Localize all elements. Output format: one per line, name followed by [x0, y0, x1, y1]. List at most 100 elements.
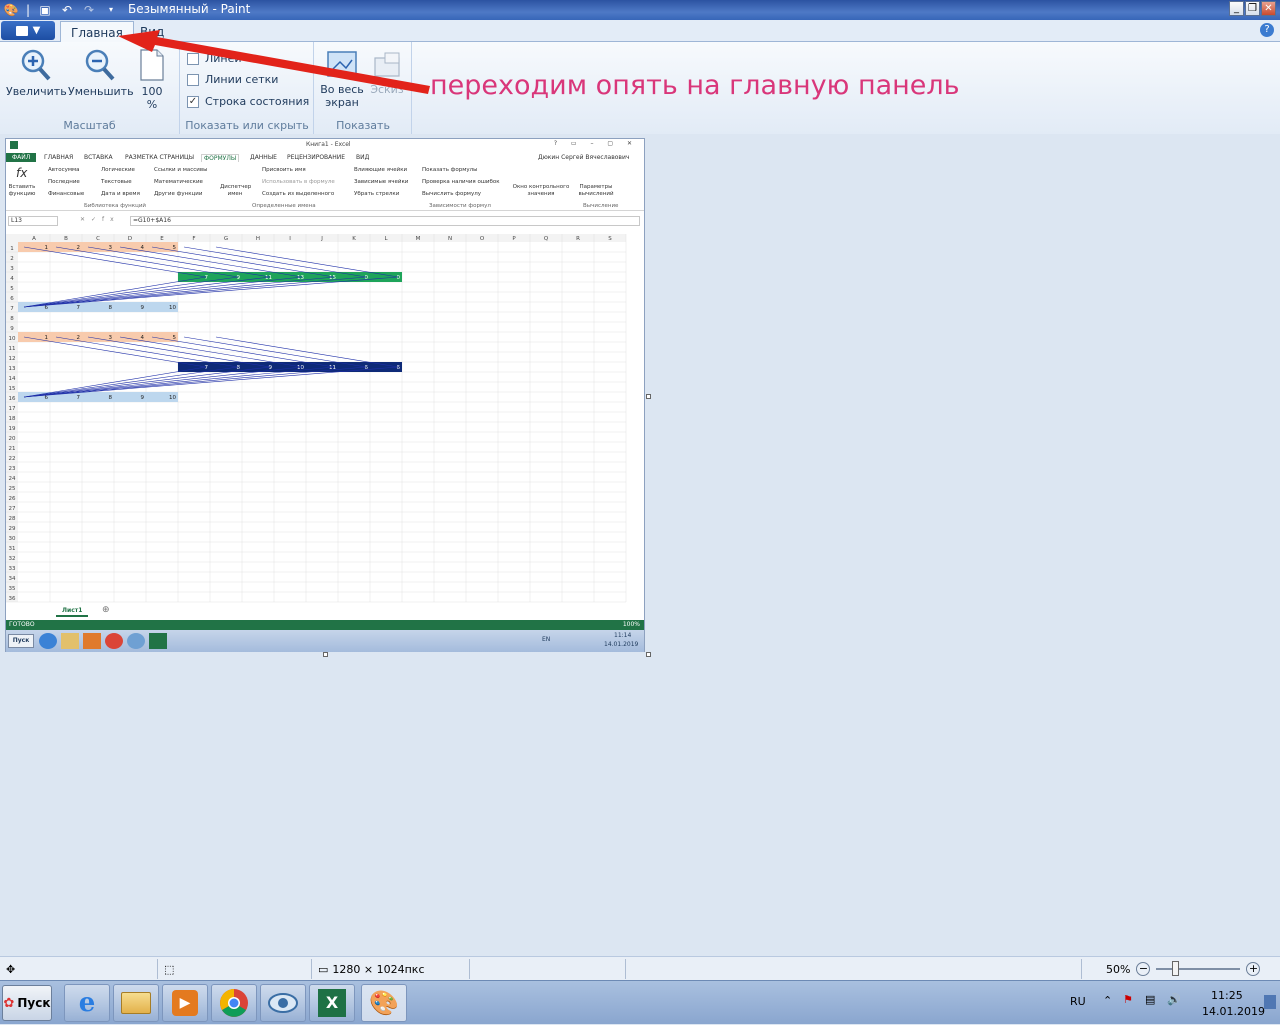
status-bar: ✥ ⬚ ▭ 1280 × 1024пкс 50% − + — [0, 956, 1280, 980]
row-header: 6 — [10, 296, 14, 302]
row-header: 1 — [10, 246, 14, 252]
excel-fx-icon: fx — [16, 166, 28, 180]
clock-date[interactable]: 14.01.2019 — [1202, 1005, 1265, 1018]
move-cursor-icon: ✥ — [6, 962, 16, 976]
row-header: 9 — [10, 326, 14, 332]
cell-top-value: 1 — [45, 245, 49, 251]
pasted-excel-image[interactable]: Книга1 - Excel ? ▭ – ▢ ✕ ФАЙЛ ГЛАВНАЯ ВС… — [5, 138, 645, 652]
excel-watch-window: Окно контрольного значения — [512, 184, 570, 197]
row-header: 7 — [10, 306, 14, 312]
volume-icon[interactable]: 🔊 — [1167, 993, 1181, 1006]
row-header: 22 — [9, 456, 16, 462]
row-header: 34 — [9, 576, 16, 582]
taskbar-explorer[interactable] — [113, 984, 159, 1022]
zoom-value: 50% — [1106, 962, 1131, 976]
zoom-slider-thumb[interactable] — [1172, 961, 1180, 976]
taskbar-paint[interactable]: 🎨 — [361, 984, 407, 1022]
cell-top-value: 2 — [77, 335, 81, 341]
excel-tab-file: ФАЙЛ — [6, 153, 37, 162]
resize-handle-right[interactable] — [646, 394, 651, 399]
column-header: E — [160, 236, 164, 242]
excel-create-from-selection: Создать из выделенного — [262, 191, 335, 197]
row-header: 17 — [9, 406, 16, 412]
column-header: Q — [544, 236, 549, 242]
excel-recent: Последние — [48, 179, 80, 185]
status-empty — [626, 959, 1082, 979]
column-header: D — [128, 236, 132, 242]
selection-icon: ⬚ — [164, 962, 175, 976]
action-center-icon[interactable]: ⚑ — [1123, 993, 1133, 1006]
row-header: 35 — [9, 586, 16, 592]
file-size — [470, 959, 626, 979]
excel-title-bar: Книга1 - Excel ? ▭ – ▢ ✕ — [6, 139, 644, 151]
excel-title: Книга1 - Excel — [306, 141, 351, 148]
taskbar-chrome[interactable] — [211, 984, 257, 1022]
cell-bottom-value: 7 — [77, 305, 81, 311]
image-size-icon: ▭ — [318, 962, 329, 976]
network-icon[interactable]: ▤ — [1145, 993, 1155, 1006]
excel-date: 14.01.2019 — [604, 641, 639, 648]
column-header: A — [32, 236, 36, 242]
cell-bottom-value: 10 — [169, 395, 176, 401]
zoom-in-icon[interactable]: + — [1246, 962, 1261, 976]
cell-mid-value: 8 — [237, 365, 241, 371]
start-button[interactable]: ✿ Пуск — [2, 985, 52, 1021]
excel-taskbar-apps-icon — [39, 633, 189, 649]
excel-use-in-formula: Использовать в формуле — [262, 179, 335, 185]
clock-time[interactable]: 11:25 — [1211, 989, 1243, 1002]
excel-insert-function: Вставить функцию — [8, 184, 36, 197]
excel-tab-view: ВИД — [356, 154, 370, 161]
excel-text: Текстовые — [101, 179, 132, 185]
excel-status-bar: ГОТОВО 100% — [6, 620, 644, 630]
cell-top-value: 4 — [141, 245, 145, 251]
column-header: B — [64, 236, 68, 242]
column-header: J — [320, 236, 323, 242]
show-desktop-icon[interactable] — [1264, 995, 1276, 1009]
cell-bottom-value: 9 — [141, 305, 145, 311]
tray-expand-icon[interactable]: ⌃ — [1103, 994, 1112, 1007]
row-header: 33 — [9, 566, 16, 572]
excel-sheet-tabs: Лист1 ⊕ — [6, 605, 644, 619]
add-sheet-icon: ⊕ — [102, 605, 110, 615]
row-header: 16 — [9, 396, 16, 402]
image-size-value: 1280 × 1024пкс — [332, 962, 425, 976]
row-header: 21 — [9, 446, 16, 452]
column-header: N — [448, 236, 452, 242]
excel-tabs: ФАЙЛ ГЛАВНАЯ ВСТАВКА РАЗМЕТКА СТРАНИЦЫ Ф… — [6, 153, 644, 164]
taskbar-ie[interactable]: e — [64, 984, 110, 1022]
excel-start: Пуск — [8, 634, 34, 648]
excel-grid: A B C D E F G H I J K L M N O P Q R S123456789101112131415… — [6, 234, 627, 603]
selection-size: ⬚ — [158, 959, 312, 979]
paint-icon: 🎨 — [369, 989, 399, 1017]
taskbar-excel[interactable]: X — [309, 984, 355, 1022]
excel-user: Дюкин Сергей Вячеславович — [538, 154, 630, 161]
resize-handle-bottom[interactable] — [323, 652, 328, 657]
excel-formula-bar: L13 ✕✓fx =G10+$A16 — [6, 215, 644, 227]
row-header: 27 — [9, 506, 16, 512]
excel-app-icon — [10, 141, 18, 149]
excel-ribbon: fx Вставить функцию Автосумма Последние … — [6, 164, 644, 211]
resize-handle-corner[interactable] — [646, 652, 651, 657]
taskbar-viewer[interactable] — [260, 984, 306, 1022]
cell-top-value: 5 — [173, 245, 177, 251]
cell-top-value: 3 — [109, 335, 113, 341]
cell-mid-value: 0 — [397, 275, 401, 281]
folder-icon — [121, 992, 151, 1014]
row-header: 28 — [9, 516, 16, 522]
language-indicator[interactable]: RU — [1070, 995, 1086, 1008]
column-header: G — [224, 236, 228, 242]
row-header: 13 — [9, 366, 16, 372]
row-header: 20 — [9, 436, 16, 442]
row-header: 30 — [9, 536, 16, 542]
cell-bottom-value: 8 — [109, 395, 113, 401]
excel-logical: Логические — [101, 167, 135, 173]
excel-formula: =G10+$A16 — [130, 216, 640, 226]
cell-mid-value: 6 — [365, 365, 369, 371]
cell-bottom-value: 6 — [45, 395, 49, 401]
excel-tab-layout: РАЗМЕТКА СТРАНИЦЫ — [125, 154, 195, 161]
zoom-slider[interactable] — [1156, 961, 1241, 976]
excel-fx-label-icon: ✕✓fx — [80, 216, 120, 223]
taskbar-media-player[interactable]: ▶ — [162, 984, 208, 1022]
column-header: K — [352, 236, 356, 242]
zoom-out-icon[interactable]: − — [1136, 962, 1151, 976]
